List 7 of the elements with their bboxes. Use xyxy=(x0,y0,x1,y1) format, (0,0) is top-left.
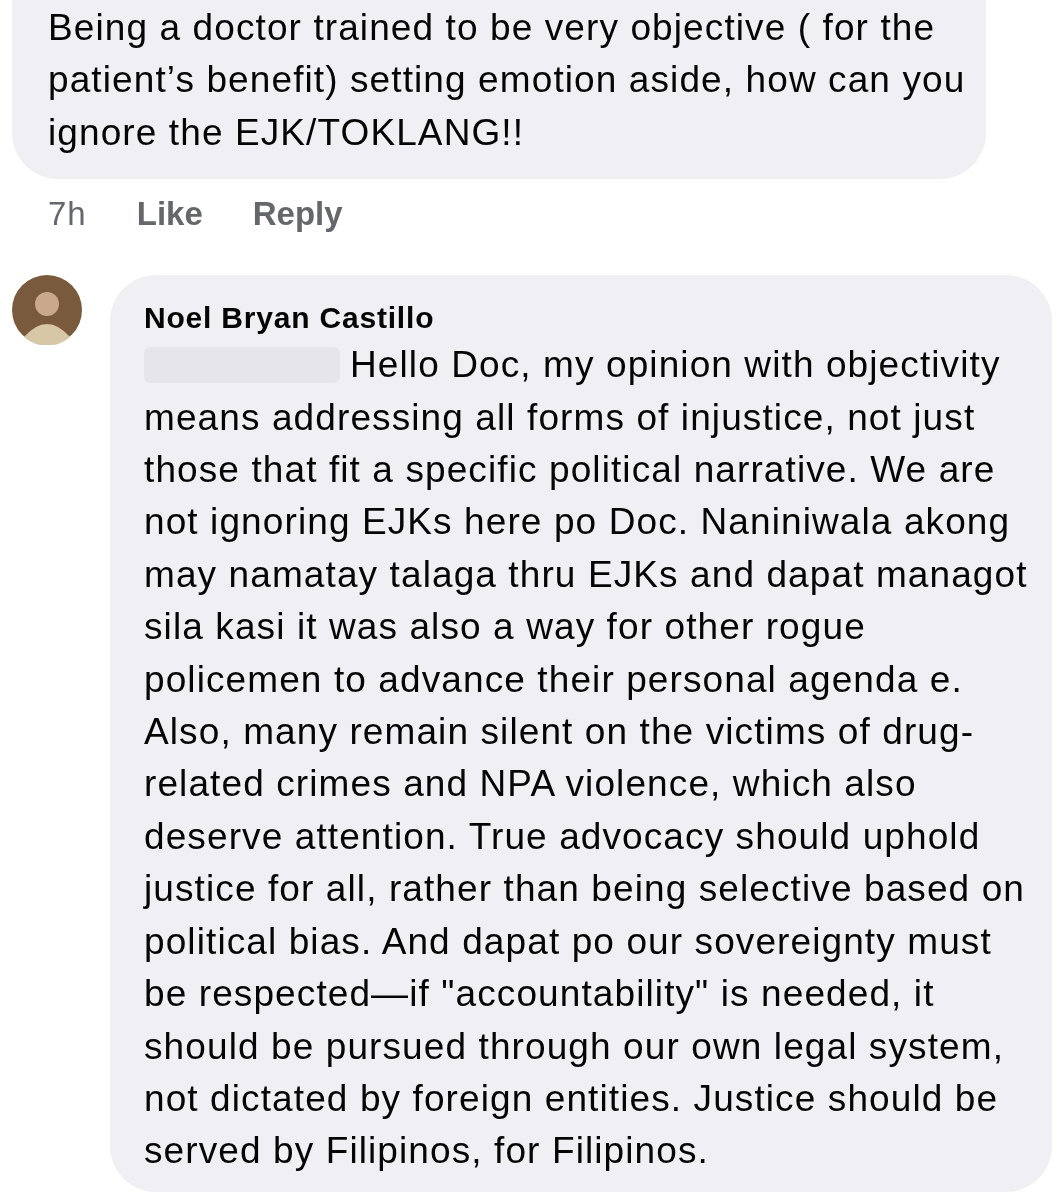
avatar[interactable] xyxy=(12,275,82,346)
author-name[interactable]: Noel Bryan Castillo xyxy=(144,297,1042,340)
comment-action[interactable]: Like xyxy=(136,195,203,234)
comment-time: 7h xyxy=(48,195,87,234)
comment-action[interactable]: Reply xyxy=(252,195,343,234)
comment-text: Hello Doc, my opinion with objectivity means addressing all forms of injustice, not just those that fit a specific political narrative. We are not ignoring EJKs here po Doc. Naniniwala akong may namatay talaga thru EJKs and dapat managot sila kasi it was also a way for other rogue policemen to advance their personal agenda e. Also, many remain silent on the victims of drug-related crimes and NPA violence, which also deserve attention. True advocacy should uphold justice for all, rather than being selective based on political bias. And dapat po our sovereignty must be respected—if "accountability" is needed, it should be pursued through our own legal system, not dictated by foreign entities. Justice should be served by Filipinos, for Filipinos. xyxy=(144,343,1029,1174)
comment-text: Being a doctor trained to be very objective ( for the patient’s benefit) setting emotion aside, how can you ignore the EJK/TOKLANG!! xyxy=(48,6,966,155)
